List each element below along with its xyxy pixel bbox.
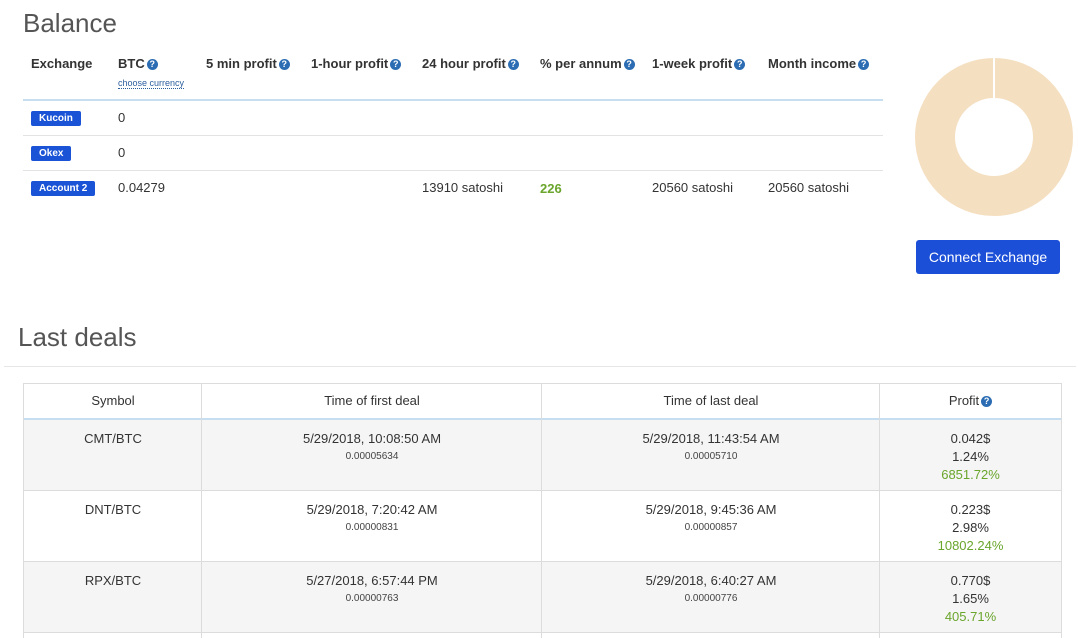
help-icon[interactable]: ? <box>146 59 158 70</box>
first-deal-price: 0.00005634 <box>345 451 399 462</box>
help-icon[interactable]: ? <box>858 59 870 70</box>
help-icon[interactable]: ? <box>623 59 635 70</box>
table-row: RPX/BTC 5/27/2018, 6:57:44 PM 0.00000763… <box>24 562 1061 633</box>
deal-symbol: CMT/BTC <box>84 431 142 446</box>
header-per-annum: % per annum? <box>540 56 635 71</box>
balance-donut-chart <box>915 58 1073 216</box>
last-deal-price: 0.00000776 <box>684 593 738 604</box>
first-deal-time: 5/29/2018, 10:08:50 AM <box>302 431 442 446</box>
table-row: CMT/BTC 5/29/2018, 10:08:50 AM 0.0000563… <box>24 420 1061 491</box>
profit-usd: 0.770$ <box>950 573 991 588</box>
profit-24hour: 13910 satoshi <box>422 180 503 195</box>
first-deal-time: 5/29/2018, 7:20:42 AM <box>306 502 438 517</box>
deals-table: Symbol Time of first deal Time of last d… <box>23 383 1062 638</box>
last-deals-title: Last deals <box>18 322 137 352</box>
header-24hour-profit: 24 hour profit? <box>422 56 519 71</box>
header-first-deal: Time of first deal <box>324 393 420 408</box>
balance-btc: 0 <box>118 145 126 160</box>
profit-usd: 0.042$ <box>950 431 991 446</box>
help-icon[interactable]: ? <box>734 59 746 70</box>
help-icon[interactable]: ? <box>390 59 402 70</box>
last-deal-price: 0.00000857 <box>684 522 738 533</box>
first-deal-price: 0.00000763 <box>345 593 399 604</box>
deal-symbol: DNT/BTC <box>84 502 142 517</box>
balance-btc: 0.04279 <box>118 180 165 195</box>
last-deal-price: 0.00005710 <box>684 451 738 462</box>
column-divider <box>879 384 880 638</box>
help-icon[interactable]: ? <box>278 59 290 70</box>
profit-percent: 1.65% <box>952 591 989 606</box>
help-icon[interactable]: ? <box>507 59 519 70</box>
profit-annual: 405.71% <box>944 609 997 624</box>
header-profit: Profit? <box>880 393 1061 408</box>
header-divider <box>23 99 883 101</box>
last-deal-time: 5/29/2018, 6:40:27 AM <box>645 573 777 588</box>
last-deal-time: 5/29/2018, 9:45:36 AM <box>645 502 777 517</box>
profit-percent: 1.24% <box>952 449 989 464</box>
profit-percent: 2.98% <box>952 520 989 535</box>
exchange-badge-okex[interactable]: Okex <box>31 146 72 161</box>
row-divider <box>23 170 883 171</box>
header-1week-profit: 1-week profit? <box>652 56 746 71</box>
profit-usd: 0.223$ <box>950 502 991 517</box>
month-income: 20560 satoshi <box>768 180 849 195</box>
deal-symbol: RPX/BTC <box>84 573 142 588</box>
first-deal-time: 5/27/2018, 6:57:44 PM <box>306 573 438 588</box>
help-icon[interactable]: ? <box>981 396 993 407</box>
profit-annual: 6851.72% <box>941 467 1000 482</box>
last-deal-time: 5/29/2018, 11:43:54 AM <box>642 431 780 446</box>
column-divider <box>541 384 542 638</box>
choose-currency-link[interactable]: choose currency <box>118 78 185 89</box>
exchange-badge-kucoin[interactable]: Kucoin <box>31 111 81 126</box>
balance-btc: 0 <box>118 110 126 125</box>
header-month-income: Month income? <box>768 56 870 71</box>
header-btc: BTC? <box>118 56 158 71</box>
section-divider <box>4 366 1076 367</box>
header-5min-profit: 5 min profit? <box>206 56 290 71</box>
profit-1week: 20560 satoshi <box>652 180 733 195</box>
balance-title: Balance <box>23 8 117 38</box>
connect-exchange-button[interactable]: Connect Exchange <box>916 240 1060 274</box>
first-deal-price: 0.00000831 <box>345 522 399 533</box>
profit-per-annum: 226 <box>540 181 562 196</box>
exchange-badge-account-2[interactable]: Account 2 <box>31 181 96 196</box>
row-divider <box>23 135 883 136</box>
table-row: DNT/BTC 5/29/2018, 7:20:42 AM 0.00000831… <box>24 491 1061 562</box>
header-exchange: Exchange <box>31 56 93 71</box>
header-last-deal: Time of last deal <box>663 393 759 408</box>
column-divider <box>201 384 202 638</box>
header-1hour-profit: 1-hour profit? <box>311 56 402 71</box>
profit-annual: 10802.24% <box>937 538 1004 553</box>
header-symbol: Symbol <box>91 393 135 408</box>
